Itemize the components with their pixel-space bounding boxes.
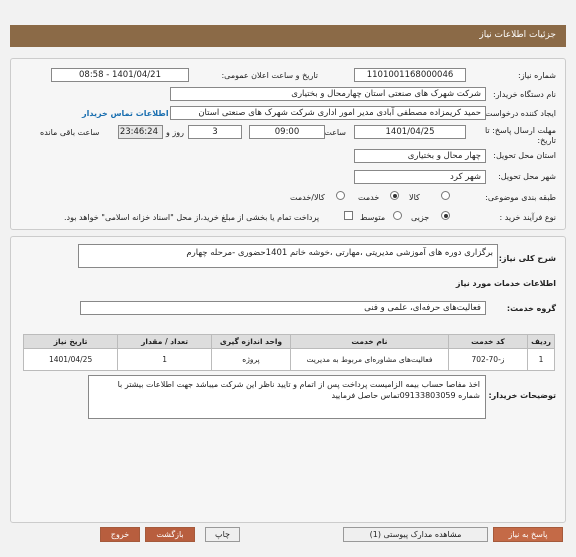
cell-unit: پروژه bbox=[210, 348, 292, 371]
treasury-text: پرداخت تمام یا بخشی از مبلغ خرید،از محل … bbox=[64, 213, 320, 222]
category-both-label: کالا/خدمت bbox=[290, 193, 325, 202]
creator-field: حمید کریمزاده مصطفی آبادی مدیر امور ادار… bbox=[170, 106, 486, 120]
description-field: برگزاری دوره های آموزشی مدیریتی ،مهارتی … bbox=[78, 244, 498, 268]
city-field: شهر کرد bbox=[354, 170, 486, 184]
cell-qty: 1 bbox=[117, 348, 212, 371]
process-medium-label: متوسط bbox=[360, 213, 386, 222]
buyer-notes-field: اخذ مفاصا حساب بیمه الزامیست پرداخت پس ا… bbox=[88, 375, 486, 419]
treasury-checkbox[interactable] bbox=[344, 211, 353, 220]
deadline-time-field: 09:00 bbox=[249, 125, 325, 139]
province-label: استان محل تحویل: bbox=[493, 151, 556, 160]
category-service-radio[interactable] bbox=[390, 191, 399, 200]
service-group-label: گروه خدمت: bbox=[506, 304, 556, 313]
time-label: ساعت bbox=[324, 128, 346, 137]
process-label: نوع فرآیند خرید : bbox=[499, 213, 556, 222]
col-unit-header: واحد اندازه گیری bbox=[210, 334, 292, 349]
category-service-label: خدمت bbox=[358, 193, 380, 202]
remaining-time-field: 23:46:24 bbox=[118, 125, 163, 139]
days-label: روز و bbox=[166, 128, 184, 137]
remaining-label: ساعت باقی مانده bbox=[40, 128, 100, 137]
creator-label: ایجاد کننده درخواست: bbox=[482, 109, 556, 118]
buyer-org-label: نام دستگاه خریدار: bbox=[493, 90, 556, 99]
print-button[interactable]: چاپ bbox=[205, 527, 240, 542]
process-minor-radio[interactable] bbox=[441, 211, 450, 220]
buyer-contact-link[interactable]: اطلاعات تماس خریدار bbox=[82, 109, 169, 118]
buyer-notes-label: توضیحات خریدار: bbox=[488, 391, 556, 400]
category-both-radio[interactable] bbox=[336, 191, 345, 200]
category-label: طبقه بندی موضوعی: bbox=[485, 193, 556, 202]
page-title: جزئیات اطلاعات نیاز bbox=[10, 25, 566, 47]
deadline-label: مهلت ارسال پاسخ: تا تاریخ: bbox=[484, 126, 556, 145]
services-table: ردیف کد خدمت نام خدمت واحد اندازه گیری ت… bbox=[22, 334, 555, 371]
province-field: چهار محال و بختیاری bbox=[354, 149, 486, 163]
process-medium-radio[interactable] bbox=[393, 211, 402, 220]
col-row-header: ردیف bbox=[527, 334, 555, 349]
process-minor-label: جزیی bbox=[411, 213, 430, 222]
buyer-org-field: شرکت شهرک های صنعتی استان چهارمحال و بخت… bbox=[170, 87, 486, 101]
cell-name: فعالیت‌های مشاوره‌ای مربوط به مدیریت bbox=[290, 348, 449, 371]
category-goods-radio[interactable] bbox=[441, 191, 450, 200]
reply-button[interactable]: پاسخ به نیاز bbox=[493, 527, 563, 542]
services-section-title: اطلاعات خدمات مورد نیاز bbox=[455, 279, 556, 288]
deadline-date-field: 1401/04/25 bbox=[354, 125, 466, 139]
need-number-field: 1101001168000046 bbox=[354, 68, 466, 82]
col-code-header: کد خدمت bbox=[447, 334, 529, 349]
cell-row: 1 bbox=[527, 348, 555, 371]
cell-date: 1401/04/25 bbox=[22, 348, 119, 371]
col-date-header: تاریخ نیاز bbox=[22, 334, 119, 349]
exit-button[interactable]: خروج bbox=[100, 527, 140, 542]
category-goods-label: کالا bbox=[409, 193, 420, 202]
announce-label: تاریخ و ساعت اعلان عمومی: bbox=[221, 71, 318, 80]
col-name-header: نام خدمت bbox=[290, 334, 449, 349]
need-number-label: شماره نیاز: bbox=[518, 71, 556, 80]
days-field: 3 bbox=[188, 125, 242, 139]
attachments-button[interactable]: مشاهده مدارک پیوستی (1) bbox=[343, 527, 488, 542]
announce-field: 1401/04/21 - 08:58 bbox=[51, 68, 189, 82]
back-button[interactable]: بازگشت bbox=[145, 527, 195, 542]
col-qty-header: تعداد / مقدار bbox=[117, 334, 212, 349]
cell-code: ز-70-702 bbox=[447, 348, 529, 371]
service-group-field: فعالیت‌های حرفه‌ای، علمی و فنی bbox=[80, 301, 486, 315]
table-row: 1 ز-70-702 فعالیت‌های مشاوره‌ای مربوط به… bbox=[22, 348, 555, 371]
table-header-row: ردیف کد خدمت نام خدمت واحد اندازه گیری ت… bbox=[22, 334, 555, 349]
description-label: شرح کلی نیاز: bbox=[498, 254, 556, 263]
city-label: شهر محل تحویل: bbox=[498, 172, 556, 181]
